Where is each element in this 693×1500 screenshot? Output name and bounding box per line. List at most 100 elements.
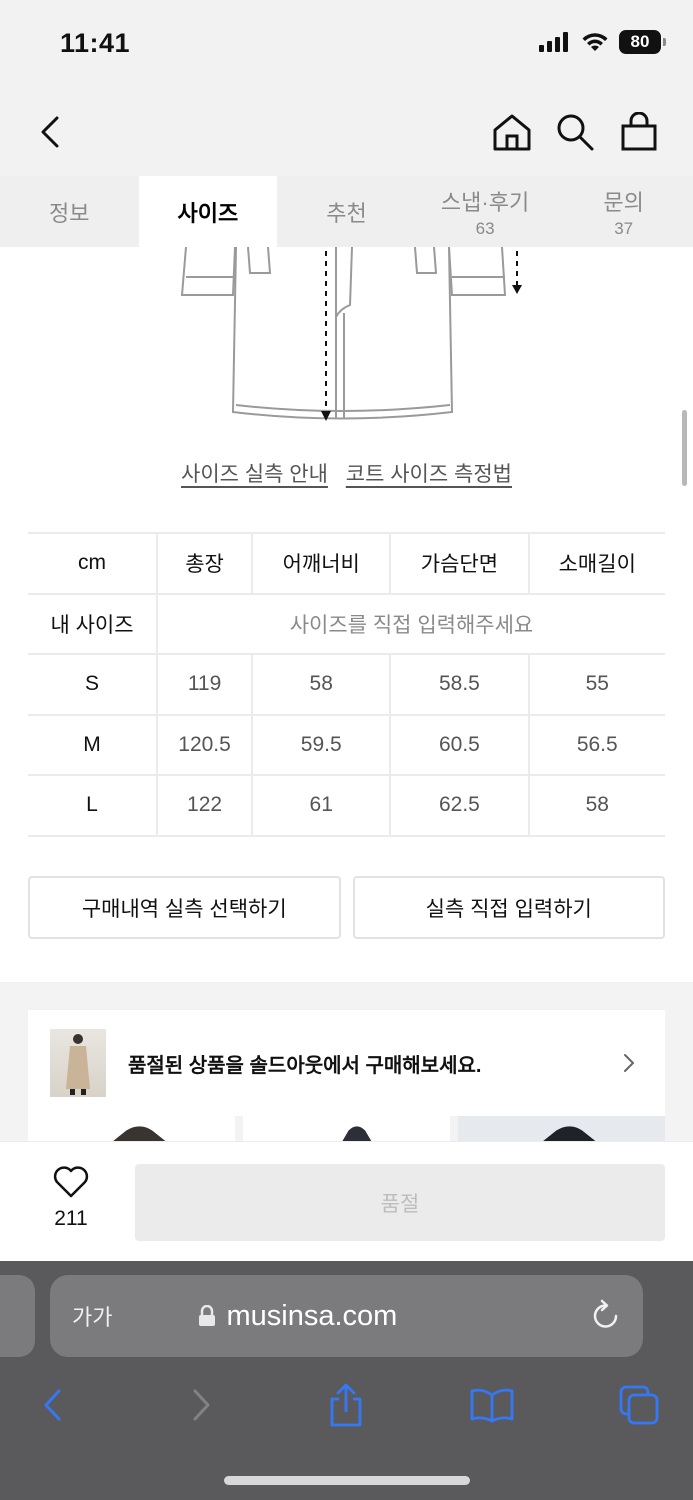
bookmarks-button[interactable] [468,1381,516,1429]
status-bar: 11:41 80 [0,0,693,88]
tab-count: 63 [475,218,495,238]
search-button[interactable] [549,106,601,158]
tab-size[interactable]: 사이즈 [138,176,278,247]
chevron-right-icon [193,1389,210,1421]
search-icon [557,114,594,151]
header-chest: 가슴단면 [389,532,530,595]
my-size-input[interactable]: 사이즈를 직접 입력해주세요 [156,592,665,655]
table-header-row: cm 총장 어깨너비 가슴단면 소매길이 [28,532,665,595]
table-cell: 58.5 [389,653,530,716]
tab-info[interactable]: 정보 [0,176,139,247]
tab-label: 추천 [326,200,367,226]
model-image [66,1034,90,1095]
home-indicator[interactable] [224,1476,470,1485]
previous-tab-preview[interactable] [0,1275,35,1357]
size-guide-links: 사이즈 실측 안내 코트 사이즈 측정법 [0,458,693,488]
tab-label: 사이즈 [177,200,239,226]
table-cell: 55 [527,653,665,716]
model-image [111,1126,167,1142]
soldout-banner[interactable]: 품절된 상품을 솔드아웃에서 구매해보세요. [28,1010,665,1116]
home-icon [493,114,531,151]
tab-inquiry[interactable]: 문의 37 [554,176,693,247]
direct-input-measure-button[interactable]: 실측 직접 입력하기 [352,876,665,939]
product-thumbnail [50,1029,106,1097]
home-button[interactable] [486,106,538,158]
table-cell: 60.5 [389,713,530,776]
size-table: cm 총장 어깨너비 가슴단면 소매길이 내 사이즈 사이즈를 직접 입력해주세… [28,532,665,837]
recommend-thumb-strip [28,1116,665,1142]
my-size-label: 내 사이즈 [28,592,158,655]
measure-actions: 구매내역 실측 선택하기 실측 직접 입력하기 [28,876,665,939]
share-button[interactable] [322,1381,370,1429]
table-cell: 119 [155,653,254,716]
header-total-length: 총장 [155,532,254,595]
url-text: musinsa.com [226,1299,398,1332]
tab-snap-review[interactable]: 스냅·후기 63 [416,176,555,247]
back-button[interactable] [24,106,76,158]
tab-label: 정보 [49,200,90,226]
tab-recommend[interactable]: 추천 [277,176,416,247]
safari-back-button[interactable] [28,1381,76,1429]
chevron-left-icon [41,116,59,148]
cart-button[interactable] [613,106,665,158]
tab-label: 스냅·후기 [440,189,530,215]
my-size-row: 내 사이즈 사이즈를 직접 입력해주세요 [28,592,665,655]
table-row: S 119 58 58.5 55 [28,653,665,716]
table-cell: 122 [155,774,254,837]
coat-measure-link[interactable]: 코트 사이즈 측정법 [346,463,512,486]
tab-count: 37 [614,218,634,238]
share-icon [330,1383,362,1427]
size-label: S [28,653,158,716]
model-image [341,1126,372,1142]
product-tabs: 정보 사이즈 추천 스냅·후기 63 문의 37 [0,176,693,247]
size-guide-link[interactable]: 사이즈 실측 안내 [181,463,328,486]
size-label: L [28,774,158,837]
table-cell: 61 [251,774,392,837]
like-button[interactable]: 211 [36,1166,106,1231]
table-cell: 59.5 [251,713,392,776]
table-cell: 58 [251,653,392,716]
wifi-icon [582,33,608,51]
status-icons: 80 [539,30,666,54]
chevron-right-icon [624,1054,635,1072]
book-icon [470,1388,514,1423]
status-time: 11:41 [60,28,131,58]
table-row: L 122 61 62.5 58 [28,774,665,837]
like-count: 211 [54,1207,88,1230]
reader-options-button[interactable]: 가가 [72,1300,112,1332]
purchase-bar: 211 품절 [0,1141,693,1261]
safari-forward-button[interactable] [178,1381,226,1429]
url-display: musinsa.com [198,1300,397,1333]
soldout-buy-button: 품절 [135,1164,665,1241]
soldout-banner-text: 품절된 상품을 솔드아웃에서 구매해보세요. [128,1054,482,1077]
product-thumbnail[interactable] [243,1116,450,1142]
product-thumbnail[interactable] [458,1116,665,1142]
select-purchase-measure-button[interactable]: 구매내역 실측 선택하기 [28,876,341,939]
tabs-button[interactable] [615,1381,663,1429]
battery-icon: 80 [619,30,666,54]
coat-diagram-image [180,246,522,421]
size-label: M [28,713,158,776]
table-cell: 56.5 [527,713,665,776]
heart-icon [53,1166,89,1198]
address-bar[interactable]: 가가 musinsa.com [50,1275,643,1357]
table-cell: 62.5 [389,774,530,837]
table-cell: 120.5 [155,713,254,776]
header-sleeve: 소매길이 [527,532,665,595]
table-row: M 120.5 59.5 60.5 56.5 [28,713,665,776]
safari-chrome: 가가 musinsa.com [0,1261,693,1500]
chevron-left-icon [44,1389,61,1421]
safari-toolbar [0,1373,693,1433]
lock-icon [199,1305,216,1326]
table-cell: 58 [527,774,665,837]
app-header [0,88,693,176]
model-image [541,1126,597,1142]
reload-icon[interactable] [591,1299,621,1331]
tabs-icon [619,1385,659,1425]
signal-icon [539,32,568,52]
scrollbar[interactable] [682,410,687,486]
header-shoulder: 어깨너비 [251,532,392,595]
tab-label: 문의 [603,189,644,215]
product-thumbnail[interactable] [28,1116,235,1142]
header-unit: cm [28,532,158,595]
